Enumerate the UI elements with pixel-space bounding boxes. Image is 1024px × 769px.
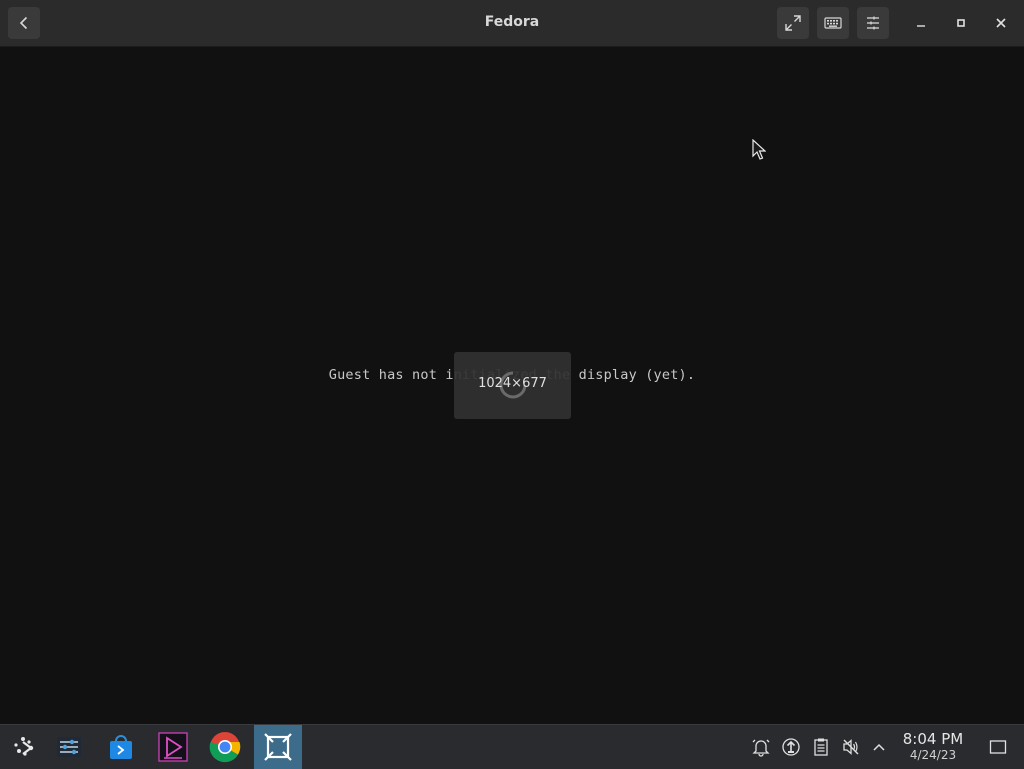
fullscreen-button[interactable]: [777, 7, 809, 39]
volume-tray[interactable]: [839, 735, 863, 759]
taskbar: 8:04 PM 4/24/23: [0, 724, 1024, 769]
boxes-icon: [264, 733, 292, 761]
notifications-icon: [752, 739, 770, 757]
keyboard-button[interactable]: [817, 7, 849, 39]
system-settings-launcher[interactable]: [46, 725, 92, 769]
update-icon: [782, 738, 800, 756]
update-tray[interactable]: [779, 735, 803, 759]
chevron-up-icon: [873, 743, 885, 751]
keyboard-icon: [824, 17, 842, 29]
expand-icon: [785, 15, 801, 31]
discover-store-launcher[interactable]: [98, 725, 144, 769]
sliders-icon: [57, 737, 81, 757]
volume-muted-icon: [843, 739, 859, 755]
guest-display[interactable]: Guest has not initialized the display (y…: [0, 47, 1024, 724]
boxes-task[interactable]: [254, 725, 302, 769]
tray-expand-button[interactable]: [867, 735, 891, 759]
resolution-label: 1024×677: [478, 376, 547, 391]
notifications-tray[interactable]: [749, 735, 773, 759]
chrome-icon: [209, 732, 241, 763]
title-bar: Fedora: [0, 0, 1024, 47]
back-arrow-icon: [19, 16, 28, 30]
show-desktop-icon: [989, 740, 1007, 754]
digital-clock[interactable]: 8:04 PM 4/24/23: [896, 730, 970, 763]
sliders-icon: [867, 16, 879, 30]
application-launcher[interactable]: [0, 725, 46, 769]
minimize-icon: [917, 25, 925, 27]
steamos-logo-icon: [14, 737, 34, 756]
minimize-button[interactable]: [905, 7, 937, 39]
maximize-icon: [957, 19, 965, 27]
back-button[interactable]: [8, 7, 40, 39]
clock-time: 8:04 PM: [902, 730, 964, 748]
resolution-osd: 1024×677: [454, 352, 571, 419]
preferences-button[interactable]: [857, 7, 889, 39]
show-desktop-button[interactable]: [986, 735, 1010, 759]
store-bag-icon: [110, 735, 132, 759]
play-triangle-icon: [158, 732, 188, 762]
google-chrome-launcher[interactable]: [202, 725, 248, 769]
boxes-window: Fedora Guest has not display (yet). 1024…: [0, 0, 1024, 724]
maximize-button[interactable]: [945, 7, 977, 39]
clipboard-tray[interactable]: [809, 735, 833, 759]
mouse-pointer-icon: [752, 139, 766, 160]
close-icon: [996, 18, 1006, 28]
close-button[interactable]: [985, 7, 1017, 39]
clipboard-icon: [814, 738, 828, 756]
clock-date: 4/24/23: [909, 748, 957, 762]
media-player-launcher[interactable]: [150, 725, 196, 769]
